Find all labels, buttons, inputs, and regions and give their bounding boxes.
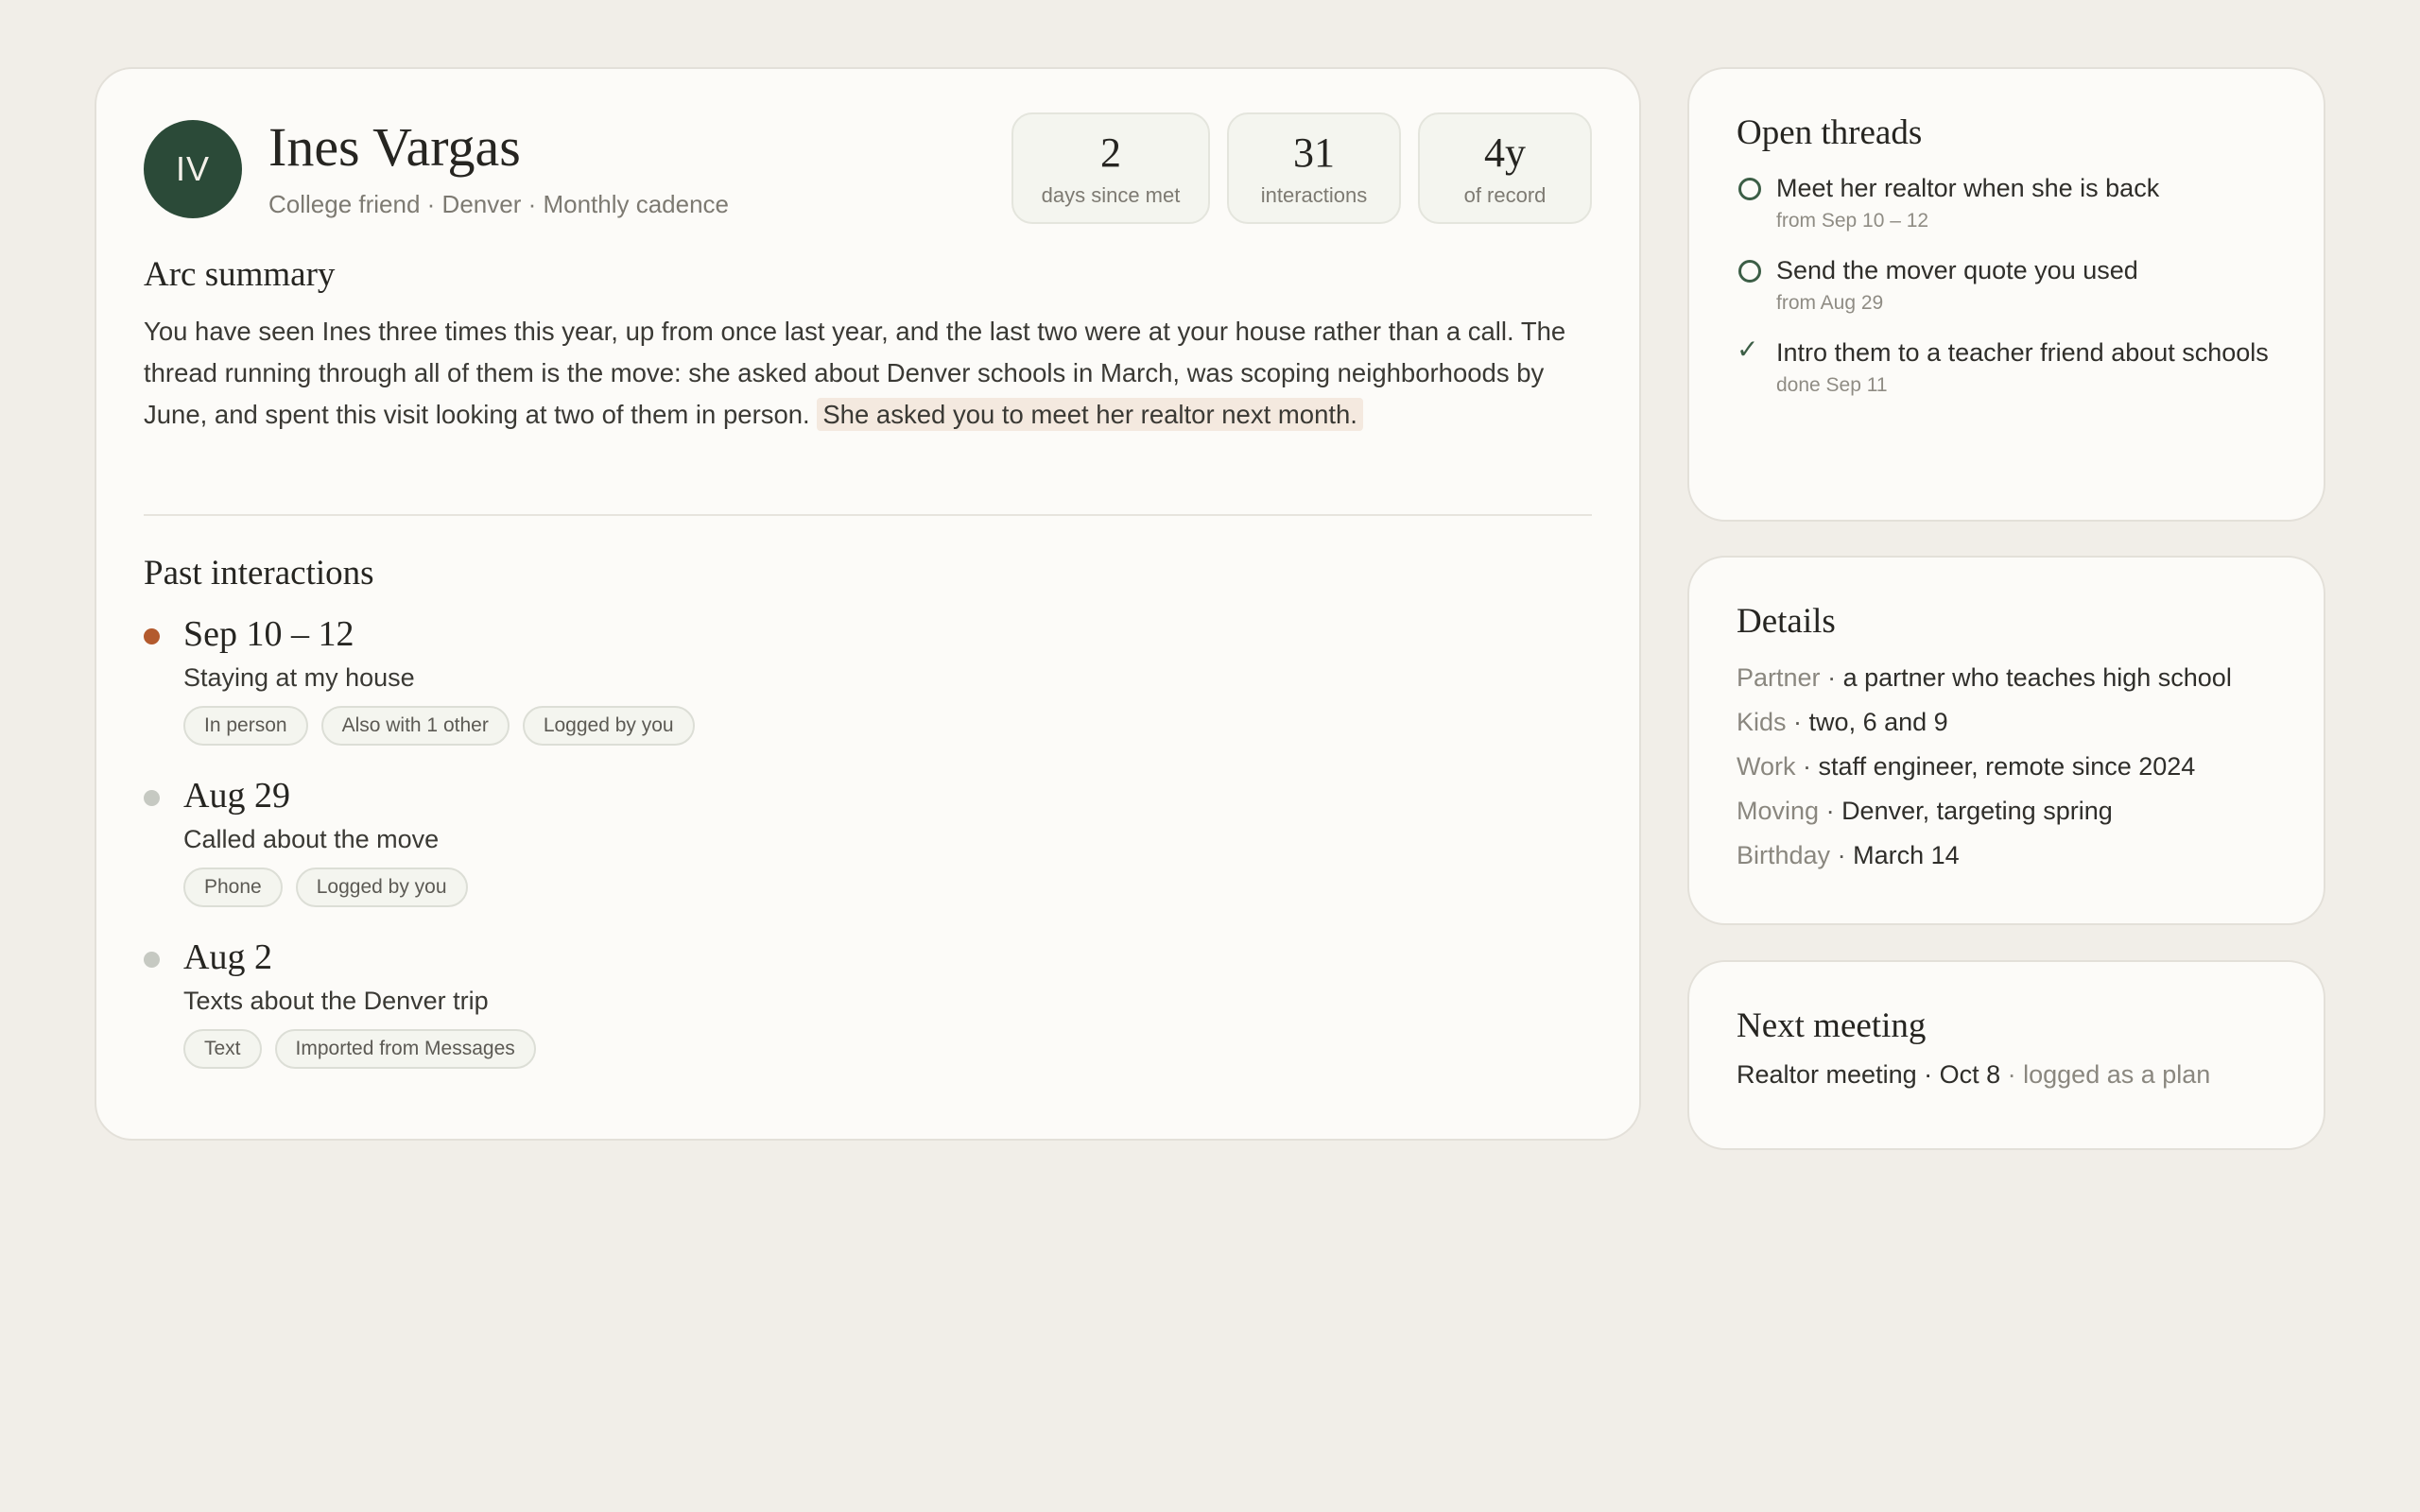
person-name: Ines Vargas — [268, 116, 521, 178]
separator: · — [1793, 708, 1809, 736]
stat-interactions: 31 interactions — [1227, 112, 1401, 224]
stat-label: of record — [1463, 183, 1547, 207]
details-heading: Details — [1737, 602, 1836, 641]
detail-key: Work — [1737, 752, 1796, 781]
checkmark-icon[interactable]: ✓ — [1737, 334, 1758, 365]
interactions-timeline: Sep 10 – 12 Staying at my house In perso… — [144, 610, 1467, 1094]
entry-title: Texts about the Denver trip — [183, 987, 489, 1015]
thread-text: Meet her realtor when she is back — [1776, 174, 2160, 202]
past-interactions-heading: Past interactions — [144, 554, 374, 593]
details-card: Details Partner · a partner who teaches … — [1687, 556, 2325, 925]
stat-days-since-met: 2 days since met — [1011, 112, 1210, 224]
contact-card: IV Ines Vargas College friend · Denver ·… — [95, 67, 1641, 1141]
next-meeting-line[interactable]: Realtor meeting · Oct 8 · logged as a pl… — [1737, 1060, 2210, 1090]
detail-value: Denver, targeting spring — [1841, 797, 2113, 825]
stat-years-of-record: 4y of record — [1418, 112, 1592, 224]
detail-key: Birthday — [1737, 841, 1831, 869]
detail-row-partner: Partner · a partner who teaches high sch… — [1737, 656, 2295, 700]
divider — [144, 514, 1592, 516]
separator: · — [1803, 752, 1819, 781]
detail-row-moving: Moving · Denver, targeting spring — [1737, 789, 2295, 833]
open-threads-card: Open threads Meet her realtor when she i… — [1687, 67, 2325, 522]
person-meta: College friend · Denver · Monthly cadenc… — [268, 190, 730, 218]
arc-summary-heading: Arc summary — [144, 255, 336, 294]
entry-tags: Phone Logged by you — [183, 868, 1467, 907]
entry-date: Aug 29 — [183, 776, 290, 816]
next-meeting-text: Realtor meeting · Oct 8 — [1737, 1060, 2001, 1089]
stat-value: 31 — [1293, 129, 1335, 176]
timeline-entry[interactable]: Aug 2 Texts about the Denver trip Text I… — [144, 933, 1467, 1094]
stat-value: 4y — [1484, 129, 1526, 176]
arc-summary-highlight: She asked you to meet her realtor next m… — [817, 398, 1363, 431]
detail-value: a partner who teaches high school — [1842, 663, 2232, 692]
stat-label: days since met — [1041, 183, 1181, 207]
tag: In person — [183, 706, 308, 746]
detail-key: Kids — [1737, 708, 1787, 736]
arc-summary-text: You have seen Ines three times this year… — [144, 311, 1599, 436]
separator: · — [1827, 663, 1843, 692]
detail-row-birthday: Birthday · March 14 — [1737, 833, 2295, 878]
threads-list: Meet her realtor when she is back from S… — [1737, 171, 2286, 418]
tag: Logged by you — [295, 868, 468, 907]
dot-icon — [144, 790, 160, 806]
entry-title: Staying at my house — [183, 663, 415, 692]
entry-date: Sep 10 – 12 — [183, 614, 354, 654]
thread-item[interactable]: Send the mover quote you used from Aug 2… — [1737, 253, 2286, 315]
tag: Phone — [183, 868, 283, 907]
separator: · — [1825, 797, 1842, 825]
timeline-entry[interactable]: Sep 10 – 12 Staying at my house In perso… — [144, 610, 1467, 771]
detail-value: March 14 — [1853, 841, 1960, 869]
dot-icon — [144, 952, 160, 968]
dot-icon — [144, 628, 160, 644]
detail-value: two, 6 and 9 — [1808, 708, 1948, 736]
next-meeting-card: Next meeting Realtor meeting · Oct 8 · l… — [1687, 960, 2325, 1150]
timeline-entry[interactable]: Aug 29 Called about the move Phone Logge… — [144, 771, 1467, 933]
detail-key: Moving — [1737, 797, 1820, 825]
stat-value: 2 — [1100, 129, 1121, 176]
circle-outline-icon[interactable] — [1738, 178, 1761, 200]
tag: Also with 1 other — [320, 706, 510, 746]
next-meeting-note: · logged as a plan — [2007, 1060, 2211, 1089]
thread-source: from Sep 10 – 12 — [1776, 210, 1929, 232]
detail-value: staff engineer, remote since 2024 — [1818, 752, 2196, 781]
circle-outline-icon[interactable] — [1738, 260, 1761, 283]
tag: Logged by you — [522, 706, 695, 746]
entry-title: Called about the move — [183, 825, 440, 853]
stats-row: 2 days since met 31 interactions 4y of r… — [1011, 112, 1592, 224]
separator: · — [1837, 841, 1854, 869]
thread-text: Send the mover quote you used — [1776, 256, 2138, 284]
entry-date: Aug 2 — [183, 937, 272, 977]
tag: Imported from Messages — [274, 1029, 536, 1069]
avatar: IV — [144, 120, 242, 218]
detail-key: Partner — [1737, 663, 1821, 692]
detail-row-work: Work · staff engineer, remote since 2024 — [1737, 745, 2295, 789]
thread-text: Intro them to a teacher friend about sch… — [1776, 338, 2269, 367]
thread-source: done Sep 11 — [1776, 374, 1888, 396]
details-list: Partner · a partner who teaches high sch… — [1737, 656, 2295, 878]
detail-row-kids: Kids · two, 6 and 9 — [1737, 700, 2295, 745]
open-threads-heading: Open threads — [1737, 113, 1923, 152]
thread-item[interactable]: Meet her realtor when she is back from S… — [1737, 171, 2286, 232]
thread-source: from Aug 29 — [1776, 292, 1884, 314]
entry-tags: In person Also with 1 other Logged by yo… — [183, 706, 1467, 746]
thread-item[interactable]: ✓ Intro them to a teacher friend about s… — [1737, 335, 2286, 397]
entry-tags: Text Imported from Messages — [183, 1029, 1467, 1069]
next-meeting-heading: Next meeting — [1737, 1006, 1927, 1045]
stat-label: interactions — [1260, 183, 1368, 207]
tag: Text — [183, 1029, 262, 1069]
